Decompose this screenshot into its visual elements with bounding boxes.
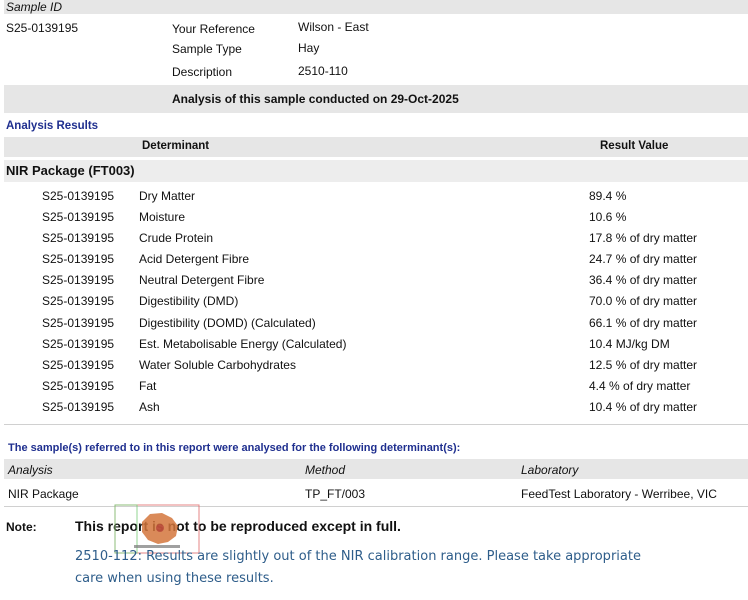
row-sample-id: S25-0139195 [42, 210, 115, 224]
description-label: Description [172, 65, 233, 79]
result-value-column-header: Result Value [600, 140, 669, 152]
analysis-results-title: Analysis Results [6, 120, 99, 132]
row-sample-id: S25-0139195 [42, 316, 115, 330]
your-reference-label: Your Reference [172, 22, 255, 36]
row-determinant: Ash [139, 400, 160, 414]
sample-id-header: Sample ID [6, 0, 63, 14]
row-result-value: 10.4 MJ/kg DM [589, 337, 670, 351]
methods-laboratory-value: FeedTest Laboratory - Werribee, VIC [521, 487, 717, 501]
row-determinant: Est. Metabolisable Energy (Calculated) [139, 337, 347, 351]
row-sample-id: S25-0139195 [42, 273, 115, 287]
sample-type-value: Hay [298, 41, 320, 55]
row-sample-id: S25-0139195 [42, 337, 115, 351]
methods-method-value: TP_FT/003 [305, 487, 366, 501]
methods-header-band [4, 459, 748, 479]
row-determinant: Dry Matter [139, 189, 196, 203]
row-determinant: Water Soluble Carbohydrates [139, 358, 296, 372]
sample-type-label: Sample Type [172, 42, 242, 56]
row-result-value: 66.1 % of dry matter [589, 316, 698, 330]
row-sample-id: S25-0139195 [42, 252, 115, 266]
row-result-value: 70.0 % of dry matter [589, 294, 698, 308]
conducted-date: Analysis of this sample conducted on 29-… [172, 92, 459, 106]
row-determinant: Fat [139, 379, 157, 393]
methods-title: The sample(s) referred to in this report… [8, 442, 461, 454]
section-divider [4, 424, 748, 425]
row-determinant: Digestibility (DMD) [139, 294, 239, 308]
row-determinant: Digestibility (DOMD) (Calculated) [139, 316, 316, 330]
row-sample-id: S25-0139195 [42, 400, 115, 414]
row-result-value: 17.8 % of dry matter [589, 231, 698, 245]
row-determinant: Acid Detergent Fibre [139, 252, 250, 266]
row-result-value: 36.4 % of dry matter [589, 273, 698, 287]
method-column-header: Method [305, 463, 346, 477]
row-determinant: Crude Protein [139, 231, 214, 245]
row-result-value: 10.4 % of dry matter [589, 400, 698, 414]
comment-line-1: 2510-112: Results are slightly out of th… [75, 549, 641, 564]
determinant-column-header: Determinant [142, 140, 210, 152]
description-value: 2510-110 [298, 64, 348, 78]
row-sample-id: S25-0139195 [42, 379, 115, 393]
package-title: NIR Package (FT003) [6, 163, 135, 178]
row-result-value: 10.6 % [589, 210, 627, 224]
methods-analysis-value: NIR Package [8, 487, 79, 501]
row-result-value: 12.5 % of dry matter [589, 358, 698, 372]
row-sample-id: S25-0139195 [42, 294, 115, 308]
laboratory-column-header: Laboratory [521, 463, 579, 477]
row-determinant: Neutral Detergent Fibre [139, 273, 265, 287]
comment-line-2: care when using these results. [75, 571, 274, 586]
your-reference-value: Wilson - East [298, 20, 369, 34]
row-sample-id: S25-0139195 [42, 189, 115, 203]
accreditation-logo [114, 504, 200, 554]
row-sample-id: S25-0139195 [42, 231, 115, 245]
row-sample-id: S25-0139195 [42, 358, 115, 372]
note-label: Note: [6, 520, 37, 534]
row-result-value: 24.7 % of dry matter [589, 252, 698, 266]
row-result-value: 89.4 % [589, 189, 627, 203]
sample-id-header-band [4, 0, 748, 14]
sample-id-value: S25-0139195 [6, 21, 79, 35]
row-result-value: 4.4 % of dry matter [589, 379, 691, 393]
row-determinant: Moisture [139, 210, 186, 224]
analysis-column-header: Analysis [8, 463, 53, 477]
